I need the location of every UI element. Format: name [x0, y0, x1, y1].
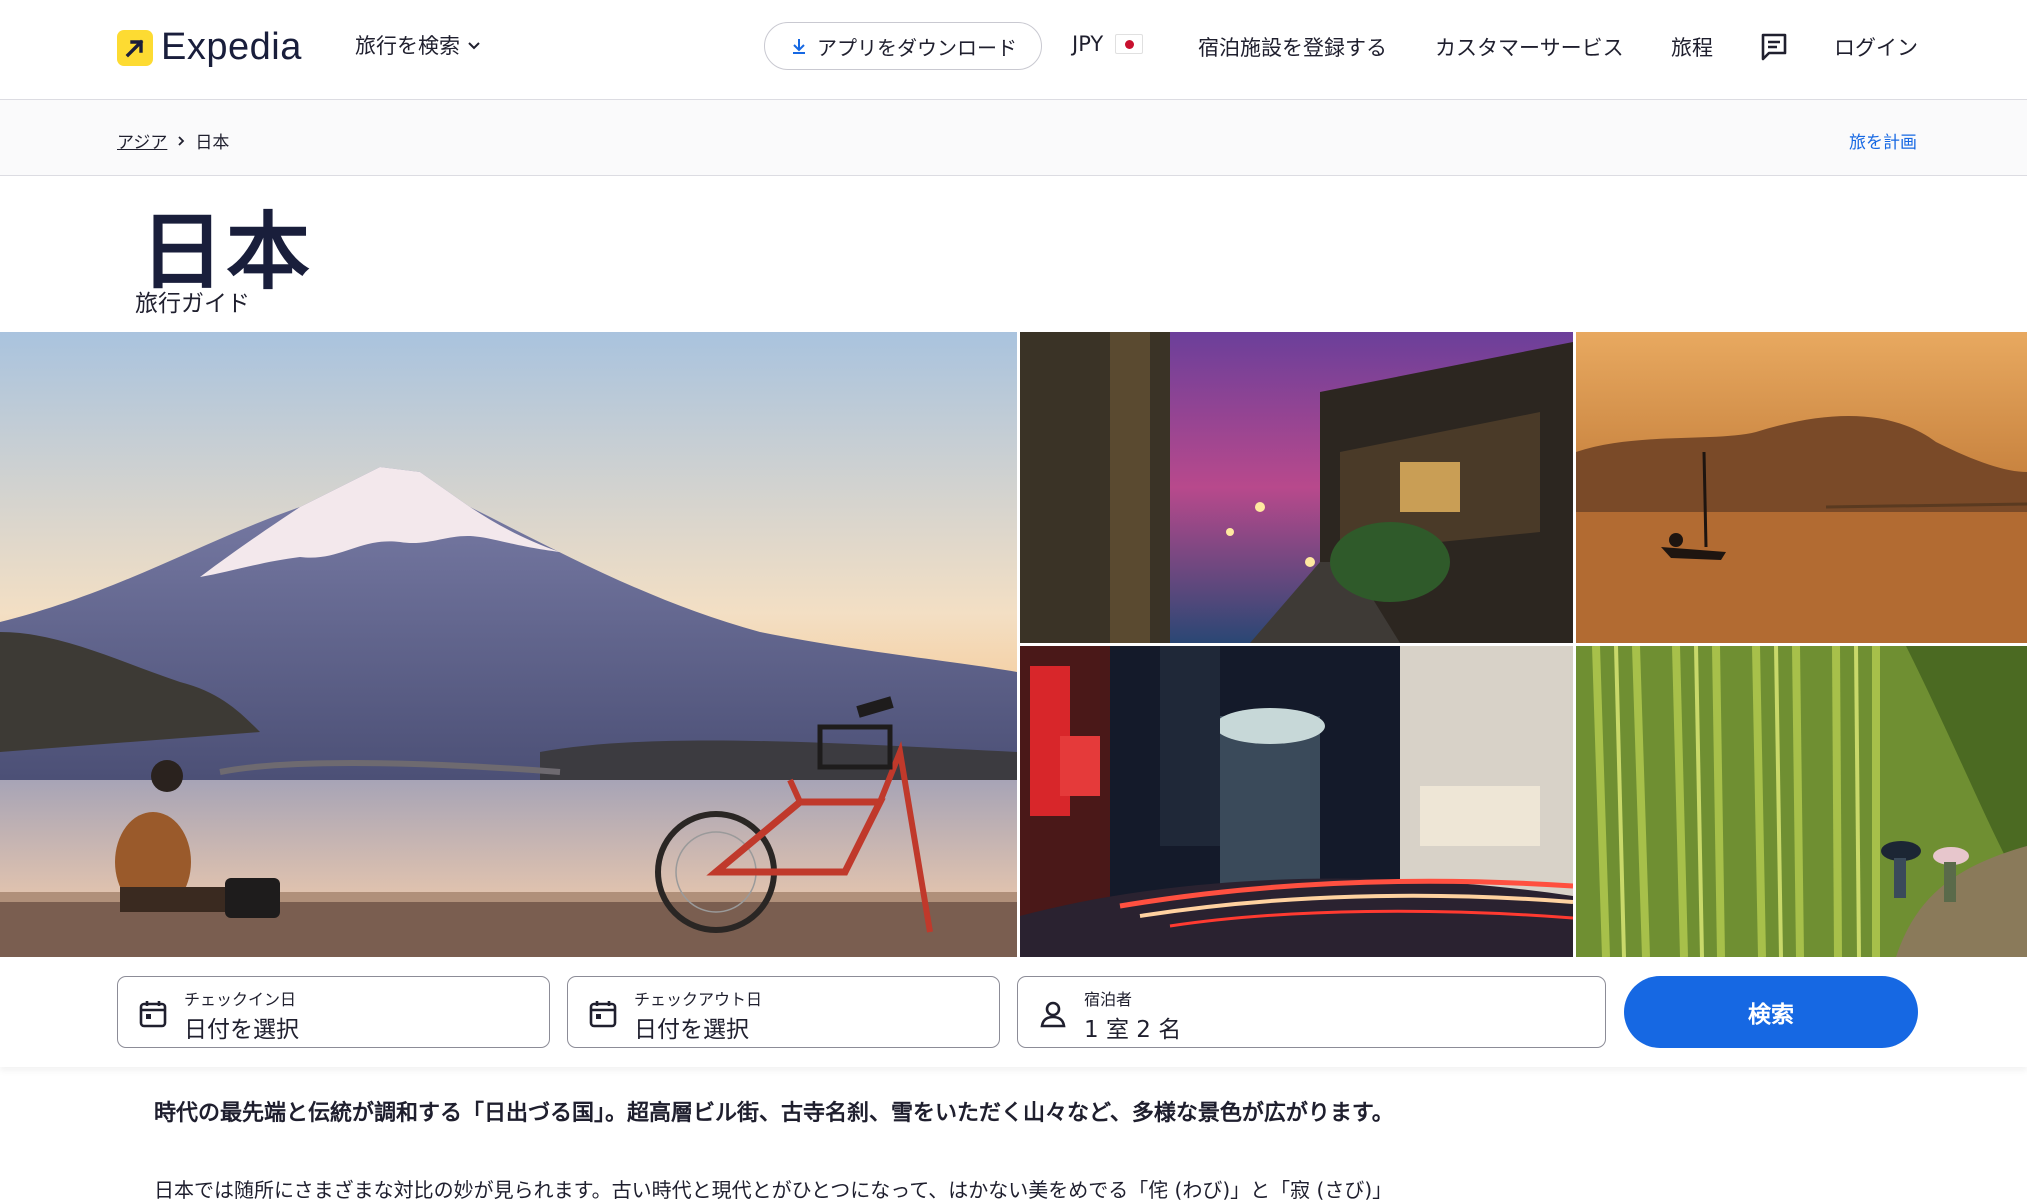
- intro-lead: 時代の最先端と伝統が調和する「日出づる国」。超高層ビル街、古寺名刹、雪をいただく…: [154, 1101, 1394, 1126]
- search-button[interactable]: 検索: [1624, 976, 1918, 1048]
- download-icon: [793, 39, 805, 54]
- search-menu-button[interactable]: 旅行を検索: [355, 30, 482, 60]
- calendar-icon: [139, 1001, 167, 1028]
- breadcrumb-japan: 日本: [195, 133, 230, 153]
- search-menu-label: 旅行を検索: [355, 34, 460, 58]
- checkin-value: 日付を選択: [184, 1017, 299, 1043]
- breadcrumb-asia[interactable]: アジア: [117, 128, 167, 153]
- guests-label: 宿泊者: [1084, 990, 1133, 1009]
- checkout-value: 日付を選択: [634, 1017, 749, 1043]
- chat-icon[interactable]: [1758, 31, 1790, 67]
- gallery-image-lake[interactable]: [1576, 332, 2027, 643]
- logo-text: Expedia: [161, 26, 302, 68]
- login-link[interactable]: ログイン: [1834, 32, 1918, 62]
- chevron-down-icon: [468, 42, 480, 50]
- person-icon: [1040, 1001, 1066, 1028]
- calendar-icon: [589, 1001, 617, 1028]
- expedia-logo[interactable]: Expedia: [117, 26, 302, 69]
- intro-body: 日本では随所にさまざまな対比の妙が見られます。古い時代と現代とがひとつになって、…: [154, 1178, 1393, 1202]
- gallery-image-city[interactable]: [1020, 646, 1573, 957]
- search-form: チェックイン日 日付を選択 チェックアウト日 日付を選択 宿泊者 1 室 2 名…: [0, 957, 2027, 1067]
- gallery-image-bamboo[interactable]: [1576, 646, 2027, 957]
- japan-flag-icon: [1115, 34, 1144, 54]
- chevron-right-icon: [178, 135, 185, 146]
- app-download-label: アプリをダウンロード: [817, 35, 1017, 60]
- breadcrumb-bar: アジア 日本 旅を計画: [0, 100, 2027, 176]
- guests-value: 1 室 2 名: [1084, 1017, 1182, 1043]
- list-property-link[interactable]: 宿泊施設を登録する: [1198, 32, 1387, 62]
- currency-label: JPY: [1072, 32, 1104, 56]
- logo-arrow-icon: [117, 29, 153, 66]
- top-header: Expedia 旅行を検索 アプリをダウンロード JPY 宿泊施設を登録する カ…: [0, 0, 2027, 100]
- guests-field[interactable]: 宿泊者 1 室 2 名: [1017, 976, 1606, 1048]
- checkout-field[interactable]: チェックアウト日 日付を選択: [567, 976, 1000, 1048]
- gallery-image-main[interactable]: [0, 332, 1017, 957]
- plan-trip-link[interactable]: 旅を計画: [1849, 128, 1917, 153]
- checkout-label: チェックアウト日: [634, 990, 763, 1009]
- page-subtitle: 旅行ガイド: [135, 291, 250, 317]
- app-download-button[interactable]: アプリをダウンロード: [764, 22, 1042, 70]
- currency-selector[interactable]: JPY: [1072, 32, 1144, 56]
- trips-link[interactable]: 旅程: [1671, 32, 1713, 62]
- customer-service-link[interactable]: カスタマーサービス: [1435, 32, 1624, 62]
- gallery-image-street[interactable]: [1020, 332, 1573, 643]
- checkin-label: チェックイン日: [184, 990, 297, 1009]
- breadcrumb: アジア 日本: [117, 128, 229, 153]
- checkin-field[interactable]: チェックイン日 日付を選択: [117, 976, 550, 1048]
